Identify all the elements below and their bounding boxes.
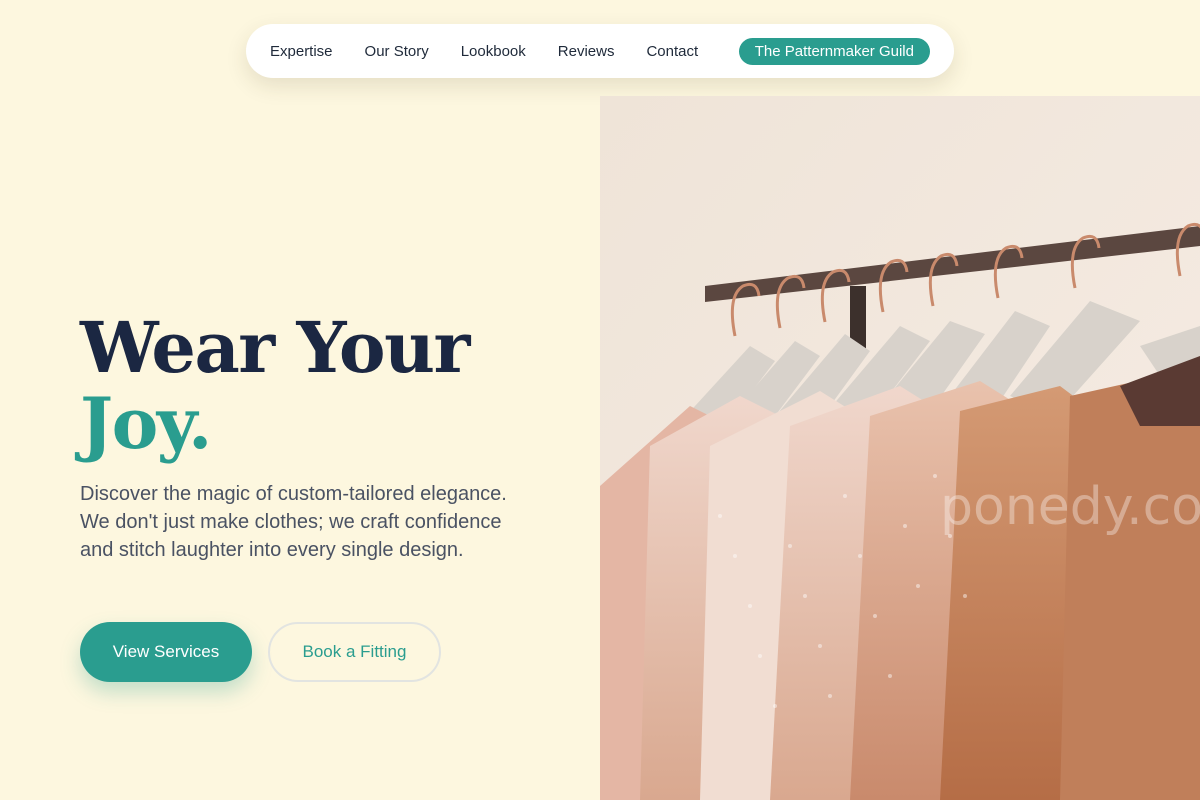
- nav-link-lookbook[interactable]: Lookbook: [461, 43, 526, 60]
- hero-title-line2: Joy.: [80, 382, 212, 465]
- image-watermark: ponedy.com: [940, 477, 1200, 537]
- hero-image: ponedy.com: [600, 96, 1200, 800]
- hero-title-line1: Wear Your: [80, 306, 470, 389]
- nav-link-our-story[interactable]: Our Story: [365, 43, 429, 60]
- nav-link-reviews[interactable]: Reviews: [558, 43, 615, 60]
- nav-link-expertise[interactable]: Expertise: [270, 43, 333, 60]
- book-fitting-button[interactable]: Book a Fitting: [268, 622, 441, 682]
- nav-link-contact[interactable]: Contact: [646, 43, 698, 60]
- top-nav: Expertise Our Story Lookbook Reviews Con…: [246, 24, 954, 78]
- clothing-rack-illustration: ponedy.com: [600, 96, 1200, 800]
- view-services-button[interactable]: View Services: [80, 622, 252, 682]
- hero-title: Wear Your Joy.: [80, 306, 470, 465]
- hero-description: Discover the magic of custom-tailored el…: [80, 483, 507, 561]
- nav-cta-button[interactable]: The Patternmaker Guild: [738, 37, 930, 65]
